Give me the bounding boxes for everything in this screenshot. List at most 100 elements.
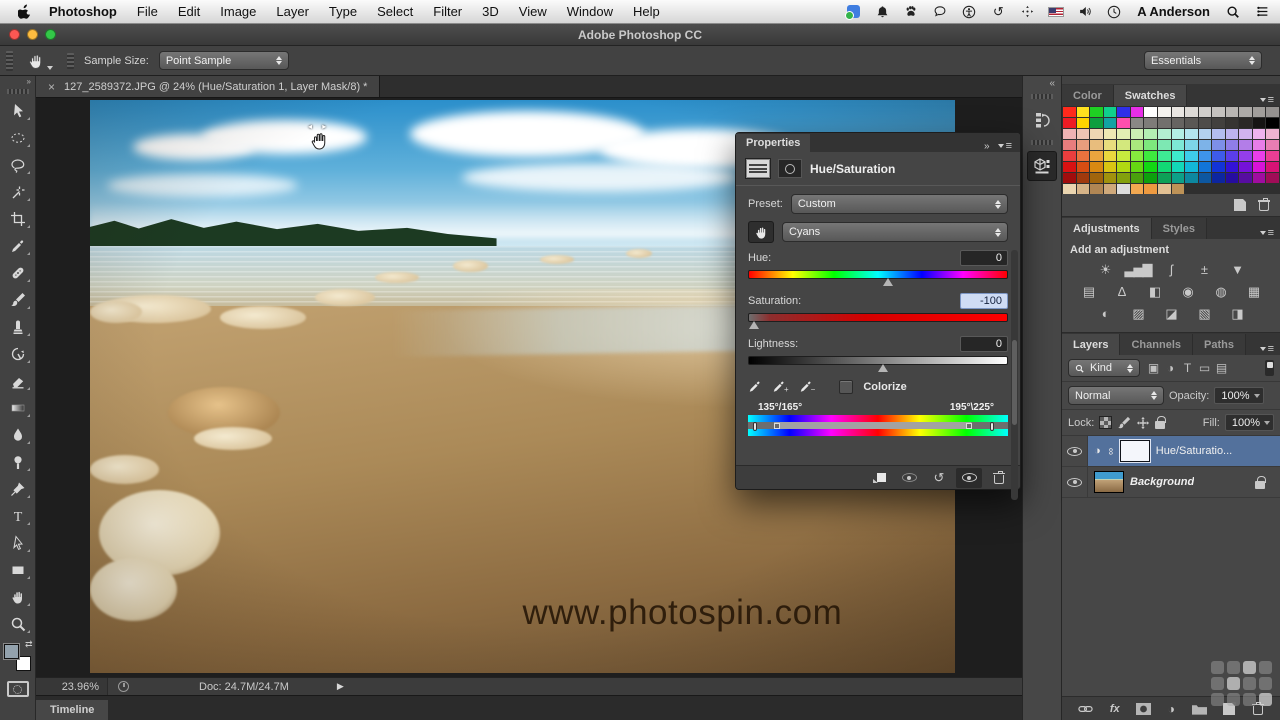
notification-center-icon[interactable]	[1254, 4, 1270, 20]
color-swatch[interactable]	[1117, 118, 1130, 128]
color-swatch[interactable]	[1252, 129, 1266, 139]
color-swatch[interactable]	[1103, 118, 1117, 128]
color-swatch[interactable]	[1130, 107, 1144, 117]
time-machine-icon[interactable]: ↺	[990, 4, 1006, 20]
hand-tool[interactable]	[2, 583, 34, 610]
color-swatch[interactable]	[1225, 107, 1239, 117]
tab-properties[interactable]: Properties	[736, 134, 811, 152]
layer-filter-icon[interactable]: ▣	[1145, 361, 1162, 375]
adjustment-icon[interactable]: ◨	[1225, 304, 1249, 323]
messages-bubble-icon[interactable]	[932, 4, 948, 20]
color-swatch[interactable]	[1225, 173, 1239, 183]
range-handle[interactable]	[753, 421, 758, 431]
dodge-tool[interactable]	[2, 448, 34, 475]
color-swatch[interactable]	[1117, 162, 1130, 172]
color-swatch[interactable]	[1212, 151, 1225, 161]
layer-filter-icon[interactable]: ▤	[1213, 361, 1230, 375]
gradient-tool[interactable]	[2, 394, 34, 421]
adjustment-icon[interactable]: ʃ	[1159, 260, 1183, 279]
color-swatch[interactable]	[1117, 173, 1130, 183]
layer-filter-icon[interactable]: ▭	[1196, 361, 1213, 375]
color-swatch[interactable]	[1171, 118, 1185, 128]
color-swatch[interactable]	[1239, 151, 1252, 161]
color-swatch[interactable]	[1239, 129, 1252, 139]
notifications-bell-icon[interactable]	[874, 4, 890, 20]
document-tab[interactable]: × 127_2589372.JPG @ 24% (Hue/Saturation …	[36, 76, 381, 97]
color-swatch[interactable]	[1103, 129, 1117, 139]
color-swatch[interactable]	[1076, 140, 1090, 150]
expand-panels-icon[interactable]: «	[1049, 79, 1061, 89]
menu-item[interactable]: Filter	[423, 4, 472, 19]
menu-item[interactable]: Edit	[168, 4, 210, 19]
color-swatch[interactable]	[1185, 151, 1198, 161]
color-swatch[interactable]	[1212, 118, 1225, 128]
hue-slider[interactable]	[748, 270, 1008, 286]
opacity-field[interactable]: 100%	[1214, 387, 1264, 404]
color-swatch[interactable]	[1090, 118, 1103, 128]
adjustment-icon[interactable]: ◉	[1176, 282, 1200, 301]
color-swatch[interactable]	[1144, 140, 1157, 150]
color-swatch[interactable]	[1266, 173, 1279, 183]
colorize-checkbox[interactable]	[839, 379, 854, 394]
layer-style-icon[interactable]: fx	[1110, 703, 1120, 715]
color-swatch[interactable]	[1117, 151, 1130, 161]
color-swatch[interactable]	[1212, 173, 1225, 183]
clip-to-layer-icon[interactable]	[866, 468, 892, 488]
color-swatch[interactable]	[1266, 107, 1279, 117]
color-swatch[interactable]	[1144, 129, 1157, 139]
color-swatch[interactable]	[1130, 162, 1144, 172]
clone-stamp-tool[interactable]	[2, 313, 34, 340]
color-swatch[interactable]	[1130, 151, 1144, 161]
color-swatch[interactable]	[1157, 184, 1171, 194]
adjustment-icon[interactable]: ▼	[1225, 260, 1249, 279]
color-swatch[interactable]	[1076, 184, 1090, 194]
color-swatch[interactable]	[1090, 140, 1103, 150]
color-swatch[interactable]	[1171, 140, 1185, 150]
brush-tool[interactable]	[2, 286, 34, 313]
color-swatch[interactable]	[1198, 118, 1212, 128]
range-handle[interactable]	[989, 421, 994, 431]
keyboard-nav-icon[interactable]	[1019, 4, 1035, 20]
color-swatch[interactable]	[1185, 140, 1198, 150]
color-swatch[interactable]	[1144, 184, 1157, 194]
layer-row-hue-saturation[interactable]: ◑ ∞ Hue/Saturatio...	[1062, 436, 1280, 467]
color-swatch[interactable]	[1171, 184, 1185, 194]
layer-row-background[interactable]: Background	[1062, 467, 1280, 498]
color-swatch[interactable]	[1252, 140, 1266, 150]
color-swatch[interactable]	[1266, 118, 1279, 128]
color-swatch[interactable]	[1171, 107, 1185, 117]
color-swatch[interactable]	[1090, 162, 1103, 172]
color-swatch[interactable]	[1063, 173, 1076, 183]
color-swatch[interactable]	[1157, 140, 1171, 150]
healing-brush-tool[interactable]	[2, 259, 34, 286]
paw-icon[interactable]	[903, 4, 919, 20]
color-swatch[interactable]	[1212, 162, 1225, 172]
color-swatch[interactable]	[1157, 118, 1171, 128]
channel-dropdown[interactable]: Cyans	[782, 222, 1008, 242]
type-tool[interactable]: T	[2, 502, 34, 529]
color-swatch[interactable]	[1185, 173, 1198, 183]
color-swatch[interactable]	[1117, 129, 1130, 139]
color-swatch[interactable]	[1185, 107, 1198, 117]
quick-mask-button[interactable]	[6, 681, 29, 697]
color-swatch[interactable]	[1239, 162, 1252, 172]
fill-field[interactable]: 100%	[1224, 414, 1274, 431]
title-bar[interactable]: Adobe Photoshop CC	[0, 24, 1280, 46]
tab-adjustments[interactable]: Adjustments	[1062, 218, 1152, 239]
spotlight-search-icon[interactable]	[1225, 4, 1241, 20]
color-swatch[interactable]	[1130, 184, 1144, 194]
color-swatch[interactable]	[1063, 107, 1076, 117]
crop-tool[interactable]	[2, 205, 34, 232]
timeline-tab[interactable]: Timeline	[36, 700, 109, 720]
collapse-tools-icon[interactable]: »	[27, 77, 35, 87]
reset-adjustment-icon[interactable]: ↺	[926, 468, 952, 488]
range-handle[interactable]	[966, 422, 973, 429]
eyedropper-sample-icon[interactable]	[748, 379, 762, 394]
blend-mode-dropdown[interactable]: Normal	[1068, 386, 1164, 405]
dock-grip[interactable]	[1031, 140, 1053, 145]
color-swatch[interactable]	[1063, 118, 1076, 128]
color-swatch[interactable]	[1171, 162, 1185, 172]
hue-range-ramp[interactable]	[748, 415, 1008, 436]
color-swatch[interactable]	[1185, 129, 1198, 139]
menu-item[interactable]: Window	[557, 4, 623, 19]
